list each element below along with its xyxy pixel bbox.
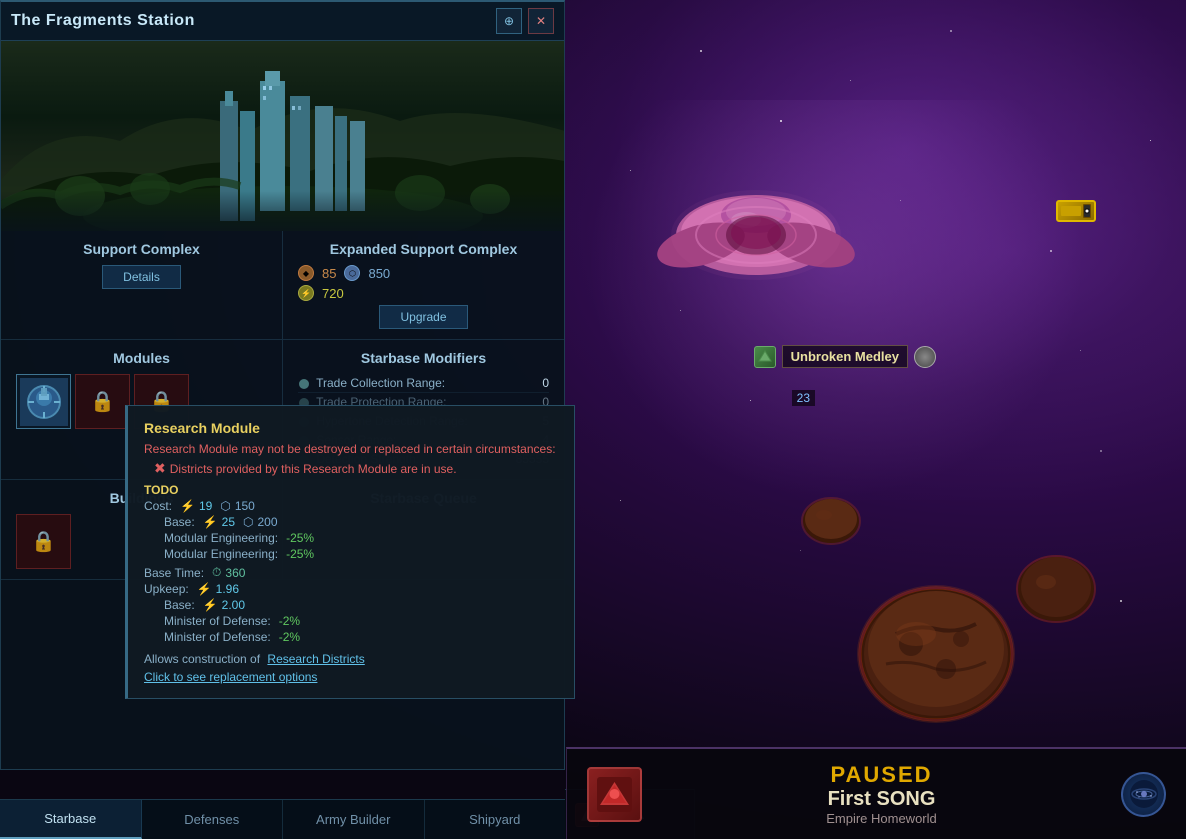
warning-x-icon: ✖ <box>154 460 166 477</box>
details-button[interactable]: Details <box>102 265 181 289</box>
homeworld-label: Empire Homeworld <box>657 811 1106 826</box>
tab-army-builder[interactable]: Army Builder <box>283 800 425 839</box>
base-time-row: Base Time: ⏱ 360 <box>144 565 558 580</box>
close-button[interactable]: ✕ <box>528 8 554 34</box>
fleet-name: Unbroken Medley <box>782 345 908 368</box>
upkeep-row: Upkeep: ⚡ 1.96 <box>144 582 558 596</box>
support-complex-card: Support Complex Details <box>1 231 283 339</box>
title-bar: The Fragments Station ⊕ ✕ <box>1 2 564 41</box>
expanded-complex-card: Expanded Support Complex ◆ 85 ⬡ 850 ⚡ 72… <box>283 231 564 339</box>
title-buttons: ⊕ ✕ <box>496 8 554 34</box>
minister2-row: Minister of Defense: -2% <box>164 630 558 644</box>
empire-flag-icon <box>587 767 642 822</box>
cost-base-row: Base: ⚡ 25 ⬡ 200 <box>164 515 558 529</box>
alloys-value: 850 <box>368 266 390 281</box>
tooltip-title: Research Module <box>144 420 558 436</box>
research-districts-link[interactable]: Research Districts <box>267 652 364 666</box>
station-image <box>1 41 564 231</box>
alloys-icon: ⬡ <box>344 265 360 281</box>
ship-model <box>646 160 866 315</box>
modules-title: Modules <box>16 350 267 366</box>
module-slot-1[interactable] <box>16 374 71 429</box>
mod-row-0: Trade Collection Range: 0 <box>298 374 549 393</box>
window-title: The Fragments Station <box>11 12 195 30</box>
starbase-modifiers-title: Starbase Modifiers <box>298 350 549 366</box>
paused-label: Paused <box>657 762 1106 788</box>
click-replacement[interactable]: Click to see replacement options <box>144 670 558 684</box>
status-content: Paused First SONG Empire Homeworld <box>657 762 1106 826</box>
mod-eng1-row: Modular Engineering: -25% <box>164 531 558 545</box>
asteroid-3 <box>796 489 866 559</box>
cost-row: Cost: ⚡ 19 ⬡ 150 <box>144 499 558 513</box>
minerals-value: 85 <box>322 266 336 281</box>
pin-button[interactable]: ⊕ <box>496 8 522 34</box>
support-complex-title: Support Complex <box>16 241 267 257</box>
todo-label: TODO <box>144 483 558 497</box>
expanded-energy-row: ⚡ 720 <box>298 285 549 301</box>
energy-icon: ⚡ <box>298 285 314 301</box>
building-slot-1[interactable]: 🔒 <box>16 514 71 569</box>
mod-label-0: Trade Collection Range: <box>298 376 445 390</box>
research-module-tooltip: Research Module Research Module may not … <box>125 405 575 699</box>
tooltip-warning: Research Module may not be destroyed or … <box>144 442 558 456</box>
minerals-icon: ◆ <box>298 265 314 281</box>
mod-eng2-row: Modular Engineering: -25% <box>164 547 558 561</box>
upkeep-base-row: Base: ⚡ 2.00 <box>164 598 558 612</box>
status-bar: Paused First SONG Empire Homeworld <box>566 747 1186 839</box>
fleet-icon <box>754 346 776 368</box>
station-image-overlay <box>1 191 564 231</box>
replacement-link[interactable]: Click to see replacement options <box>144 670 317 684</box>
mod-val-0: 0 <box>542 376 549 390</box>
upgrade-button[interactable]: Upgrade <box>379 305 467 329</box>
minister1-row: Minister of Defense: -2% <box>164 614 558 628</box>
module-slot-2[interactable]: 🔒 <box>75 374 130 429</box>
tab-starbase[interactable]: Starbase <box>0 800 142 839</box>
expanded-complex-title: Expanded Support Complex <box>298 241 549 257</box>
planet-resource-icon <box>1056 200 1096 222</box>
fleet-label-container[interactable]: Unbroken Medley <box>754 345 936 368</box>
galaxy-icon[interactable] <box>1121 772 1166 817</box>
tooltip-warning-item: ✖ Districts provided by this Research Mo… <box>154 460 558 477</box>
allows-row: Allows construction of Research District… <box>144 652 558 666</box>
expanded-cost-row: ◆ 85 ⬡ 850 <box>298 265 549 281</box>
tab-shipyard[interactable]: Shipyard <box>425 800 566 839</box>
building-lock-icon: 🔒 <box>31 529 56 554</box>
fleet-count: 23 <box>792 390 815 406</box>
empire-name-label: First SONG <box>657 788 1106 811</box>
bottom-tabs: Starbase Defenses Army Builder Shipyard <box>0 799 565 839</box>
planet-indicator <box>1056 200 1096 222</box>
tab-defenses[interactable]: Defenses <box>142 800 284 839</box>
energy-value: 720 <box>322 286 344 301</box>
info-section: Support Complex Details Expanded Support… <box>1 231 564 340</box>
asteroid-2 <box>1006 544 1106 639</box>
fleet-portrait <box>914 346 936 368</box>
lock-icon-1: 🔒 <box>90 389 115 414</box>
